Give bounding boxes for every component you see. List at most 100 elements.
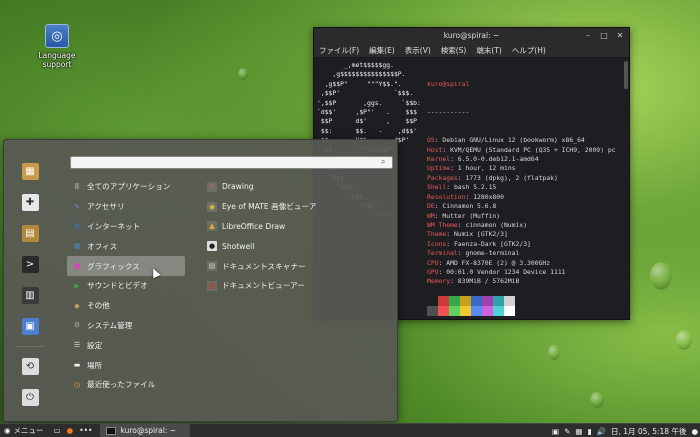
more-icon[interactable]: ••• (79, 426, 92, 435)
close-icon[interactable]: ✕ (615, 30, 625, 40)
wallpaper-droplet (650, 262, 672, 290)
favorite-package[interactable]: ▦ (15, 160, 45, 183)
menu-button[interactable]: ◉ メニュー (0, 424, 48, 437)
settings-icon: ☰ (73, 341, 81, 350)
info-value: Faenza-Dark [GTK2/3] (453, 239, 531, 248)
desktop-icon-language-support[interactable]: ◎ Language support (32, 24, 82, 69)
menu-search[interactable]: 検索(S) (441, 45, 467, 56)
category-office[interactable]: ▦ オフィス (67, 236, 185, 256)
favorite-logout[interactable]: ⟲ (15, 355, 45, 378)
category-label: 全てのアプリケーション (87, 182, 171, 192)
show-desktop-icon[interactable]: ▭ (54, 426, 61, 435)
info-row: OS: Debian GNU/Linux 12 (bookworm) x86_6… (427, 136, 585, 145)
info-key: Host (427, 145, 443, 154)
category-sound-video[interactable]: ▶ サウンドとビデオ (67, 276, 185, 296)
info-value: 839MiB / 5762MiB (457, 277, 520, 286)
category-accessories[interactable]: ✎ アクセサリ (67, 197, 185, 217)
language-support-icon: ◎ (45, 24, 69, 48)
info-row: Memory: 839MiB / 5762MiB (427, 277, 520, 286)
info-row: Kernel: 6.5.0-0.deb12.1-amd64 (427, 155, 539, 164)
favorite-display-settings[interactable]: ▣ (15, 315, 45, 338)
package-icon: ▦ (21, 163, 39, 180)
app-eom[interactable]: ◉ Eye of MATE 画像ビューア (204, 197, 394, 217)
network-icon[interactable]: ✎ (564, 427, 570, 436)
accessories-icon: ✎ (74, 202, 80, 211)
category-label: その他 (87, 301, 110, 311)
terminal-titlebar[interactable]: kuro@spiral: ~ – □ ✕ (314, 28, 629, 43)
menu-help[interactable]: ヘルプ(H) (512, 45, 546, 56)
info-key: WM (427, 211, 435, 220)
maximize-icon[interactable]: □ (599, 30, 609, 40)
category-places[interactable]: ▬ 場所 (67, 355, 185, 375)
app-shotwell[interactable]: ● Shotwell (204, 236, 394, 256)
taskbar-item-terminal[interactable]: kuro@spiral: ~ (100, 424, 191, 437)
info-key: Resolution (427, 192, 466, 201)
menu-file[interactable]: ファイル(F) (319, 45, 359, 56)
terminal-scrollbar[interactable] (623, 59, 628, 317)
desktop-icon[interactable]: ▣ (552, 427, 559, 436)
logo-line: $$: $$. - ,d$$' (317, 126, 418, 135)
info-value: Mutter (Muffin) (442, 211, 501, 220)
info-key: Memory (427, 277, 451, 286)
clock[interactable]: 日, 1月 05, 5:18 午後 (611, 426, 686, 437)
category-all-apps[interactable]: ⠿ 全てのアプリケーション (67, 177, 185, 197)
category-label: 最近使ったファイル (87, 380, 156, 390)
color-swatch (460, 296, 471, 306)
menu-terminal[interactable]: 端末(T) (476, 45, 501, 56)
favorite-system-monitor[interactable]: ▥ (15, 284, 45, 307)
info-value: KVM/QEMU (Standard PC (Q35 + ICH9, 2009)… (450, 145, 616, 154)
category-settings[interactable]: ☰ 設定 (67, 335, 185, 355)
info-value: AMD FX-8370E (2) @ 3.300GHz (446, 258, 551, 267)
menu-view[interactable]: 表示(V) (405, 45, 431, 56)
category-label: 設定 (87, 340, 103, 350)
favorites-sidebar: ▦ ✚ ▤ > ▥ ▣ ⟲ ⏻ (15, 160, 45, 417)
favorite-tools[interactable]: ✚ (15, 191, 45, 214)
favorite-terminal[interactable]: > (15, 253, 45, 276)
system-monitor-icon: ▥ (21, 287, 39, 304)
color-swatch (493, 296, 504, 306)
info-key: OS (427, 136, 435, 145)
user-icon[interactable]: ● (691, 427, 698, 436)
app-label: LibreOffice Draw (222, 221, 286, 231)
logo-line: `d$$' ,$P"' . $$$ (317, 108, 418, 117)
favorites-separator (17, 346, 43, 347)
favorite-software-install[interactable]: ▤ (15, 222, 45, 245)
category-internet[interactable]: ◍ インターネット (67, 217, 185, 237)
search-icon[interactable]: ⌕ (381, 157, 385, 167)
firefox-icon[interactable]: ● (67, 426, 74, 435)
category-recent-files[interactable]: ◷ 最近使ったファイル (67, 375, 185, 395)
favorite-power[interactable]: ⏻ (15, 386, 45, 409)
logo-line: ',$$P ,ggs. `$$b: (317, 98, 421, 107)
internet-icon: ◍ (73, 222, 81, 231)
app-document-viewer[interactable]: ▧ ドキュメントビューアー (204, 276, 394, 296)
category-label: アクセサリ (87, 202, 125, 212)
app-label: Drawing (222, 182, 254, 192)
info-key: Packages (427, 173, 458, 182)
info-row: Packages: 1773 (dpkg), 2 (flatpak) (427, 173, 558, 182)
info-value: cinnamon (Numix) (465, 220, 528, 229)
app-list: ✎ Drawing ◉ Eye of MATE 画像ビューア ▲ LibreOffice … (204, 177, 394, 296)
info-key: Terminal (427, 249, 458, 258)
info-value: bash 5.2.15 (453, 183, 497, 192)
bottom-panel: ◉ メニュー ▭ ● ••• kuro@spiral: ~ ▣ ✎ ▦ ▮ 🔊 … (0, 423, 700, 437)
minimize-icon[interactable]: – (583, 30, 593, 40)
app-label: Shotwell (222, 241, 255, 251)
category-administration[interactable]: ⚙ システム管理 (67, 316, 185, 336)
menu-search-input[interactable] (70, 156, 393, 169)
app-libreoffice-draw[interactable]: ▲ LibreOffice Draw (204, 217, 394, 237)
app-document-scanner[interactable]: ▤ ドキュメントスキャナー (204, 256, 394, 276)
sound-video-icon: ▶ (74, 281, 80, 290)
keyboard-icon[interactable]: ▦ (575, 427, 582, 436)
volume-icon[interactable]: 🔊 (597, 427, 606, 436)
administration-icon: ⚙ (73, 321, 81, 330)
category-other[interactable]: ◆ その他 (67, 296, 185, 316)
color-swatch (482, 306, 493, 316)
info-key: Uptime (427, 164, 451, 173)
info-key: CPU (427, 258, 439, 267)
menu-edit[interactable]: 編集(E) (369, 45, 395, 56)
color-swatch (493, 306, 504, 316)
logo-line: $$P d$' , $$P (317, 117, 418, 126)
app-drawing[interactable]: ✎ Drawing (204, 177, 394, 197)
removable-drive-icon[interactable]: ▮ (588, 427, 592, 436)
category-graphics[interactable]: ■ グラフィックス (67, 256, 185, 276)
